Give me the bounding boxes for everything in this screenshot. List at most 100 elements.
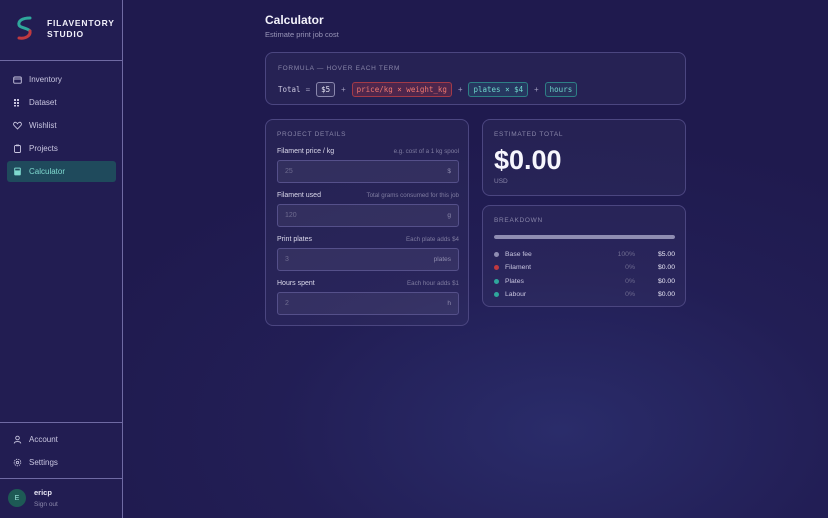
formula-term-plates[interactable]: plates × $4 [468, 82, 529, 97]
sidebar-item-label: Projects [29, 144, 58, 153]
print-plates-field: Print plates Each plate adds $4 3 plates [277, 236, 459, 271]
project-details-card: PROJECT DETAILS Filament price / kg e.g.… [265, 119, 469, 326]
breakdown-row-pct: 0% [625, 277, 635, 285]
breakdown-bar-fill [494, 235, 675, 239]
formula-label: FORMULA — HOVER EACH TERM [278, 65, 401, 72]
sidebar: FILAVENTORY STUDIO Inventory Dataset Wis… [0, 0, 123, 518]
estimated-total-value: $0.00 [494, 145, 562, 175]
breakdown-row-plates: Plates 0% $0.00 [494, 275, 675, 288]
clipboard-icon [13, 144, 22, 153]
breakdown-row-amount: $0.00 [657, 277, 675, 285]
main-nav: Inventory Dataset Wishlist Projects Calc… [7, 69, 116, 184]
breakdown-row-pct: 100% [617, 251, 635, 259]
page-subtitle: Estimate print job cost [265, 30, 339, 39]
filament-used-input[interactable]: 120 g [277, 204, 459, 227]
hours-spent-field: Hours spent Each hour adds $1 2 h [277, 280, 459, 315]
breakdown-row-amount: $0.00 [657, 264, 675, 272]
hours-spent-input[interactable]: 2 h [277, 292, 459, 315]
breakdown-row-amount: $5.00 [657, 251, 675, 259]
base-fee-dot [494, 252, 499, 258]
sidebar-item-label: Inventory [29, 75, 62, 84]
sidebar-divider [0, 422, 122, 423]
breakdown-bar [494, 235, 675, 239]
filament-dot [494, 265, 499, 271]
field-label: Filament price / kg [277, 148, 335, 155]
field-unit: h [447, 300, 451, 307]
project-details-label: PROJECT DETAILS [277, 131, 347, 138]
field-placeholder: 120 [285, 212, 297, 219]
brand-name: FILAVENTORY STUDIO [47, 18, 115, 39]
filament-used-field: Filament used Total grams consumed for t… [277, 192, 459, 227]
field-label: Print plates [277, 236, 313, 243]
field-placeholder: 25 [285, 168, 293, 175]
formula-term-hours[interactable]: hours [544, 82, 578, 97]
formula-expression: Total = $5 + price/kg × weight_kg + plat… [278, 82, 578, 97]
page-title: Calculator [265, 13, 324, 27]
formula-total-word: Total [278, 85, 301, 94]
estimated-total-label: ESTIMATED TOTAL [494, 131, 564, 138]
user-name: ericp [34, 488, 52, 497]
plates-dot [494, 278, 499, 284]
field-placeholder: 2 [285, 300, 289, 307]
currency-label: USD [494, 178, 508, 185]
field-placeholder: 3 [285, 256, 289, 263]
sidebar-item-dataset[interactable]: Dataset [7, 92, 116, 113]
breakdown-row-name: Labour [505, 291, 527, 299]
formula-card: FORMULA — HOVER EACH TERM Total = $5 + p… [265, 52, 686, 105]
field-label: Hours spent [277, 280, 315, 287]
sidebar-item-wishlist[interactable]: Wishlist [7, 115, 116, 136]
sidebar-item-inventory[interactable]: Inventory [7, 69, 116, 90]
filament-price-input[interactable]: 25 $ [277, 160, 459, 183]
user-icon [13, 435, 22, 444]
grid-icon [13, 98, 22, 107]
breakdown-row-filament: Filament 0% $0.00 [494, 261, 675, 274]
field-label: Filament used [277, 192, 321, 199]
field-hint: e.g. cost of a 1 kg spool [393, 148, 459, 155]
sidebar-item-label: Calculator [29, 167, 66, 176]
user-profile: E ericp Sign out [8, 488, 58, 508]
sidebar-item-account[interactable]: Account [7, 429, 116, 450]
field-hint: Each hour adds $1 [407, 280, 459, 287]
estimated-total-card: ESTIMATED TOTAL $0.00 USD [482, 119, 686, 196]
breakdown-row-base-fee: Base fee 100% $5.00 [494, 248, 675, 261]
breakdown-card: BREAKDOWN Base fee 100% $5.00 Filament 0… [482, 205, 686, 307]
sidebar-item-calculator[interactable]: Calculator [7, 161, 116, 182]
sidebar-divider [0, 478, 122, 479]
field-hint: Each plate adds $4 [406, 236, 459, 243]
box-icon [13, 75, 22, 84]
labour-dot [494, 292, 499, 298]
breakdown-row-name: Base fee [505, 251, 532, 259]
calculator-icon [13, 167, 22, 176]
sidebar-item-label: Account [29, 435, 58, 444]
print-plates-input[interactable]: 3 plates [277, 248, 459, 271]
formula-term-filament[interactable]: price/kg × weight_kg [351, 82, 452, 97]
avatar[interactable]: E [8, 489, 26, 507]
breakdown-row-amount: $0.00 [657, 291, 675, 299]
gear-icon [13, 458, 22, 467]
sidebar-item-label: Settings [29, 458, 58, 467]
breakdown-row-pct: 0% [625, 264, 635, 272]
sidebar-item-label: Wishlist [29, 121, 57, 130]
sidebar-divider [0, 60, 122, 61]
breakdown-row-name: Filament [505, 264, 532, 272]
brand[interactable]: FILAVENTORY STUDIO [15, 16, 115, 42]
formula-plus: + [534, 85, 539, 94]
formula-plus: + [457, 85, 463, 94]
sidebar-item-settings[interactable]: Settings [7, 452, 116, 473]
breakdown-row-pct: 0% [625, 291, 635, 299]
formula-term-base[interactable]: $5 [316, 82, 336, 97]
formula-equals: = [305, 85, 311, 94]
breakdown-label: BREAKDOWN [494, 217, 543, 224]
sidebar-item-projects[interactable]: Projects [7, 138, 116, 159]
secondary-nav: Account Settings [7, 429, 116, 475]
field-unit: plates [433, 256, 451, 263]
formula-plus: + [341, 85, 346, 94]
sign-out-link[interactable]: Sign out [34, 501, 58, 508]
logo-icon [17, 16, 32, 40]
breakdown-row-labour: Labour 0% $0.00 [494, 288, 675, 301]
sidebar-item-label: Dataset [29, 98, 57, 107]
field-hint: Total grams consumed for this job [366, 192, 459, 199]
field-unit: $ [447, 168, 451, 175]
breakdown-row-name: Plates [505, 277, 524, 285]
field-unit: g [447, 212, 451, 219]
